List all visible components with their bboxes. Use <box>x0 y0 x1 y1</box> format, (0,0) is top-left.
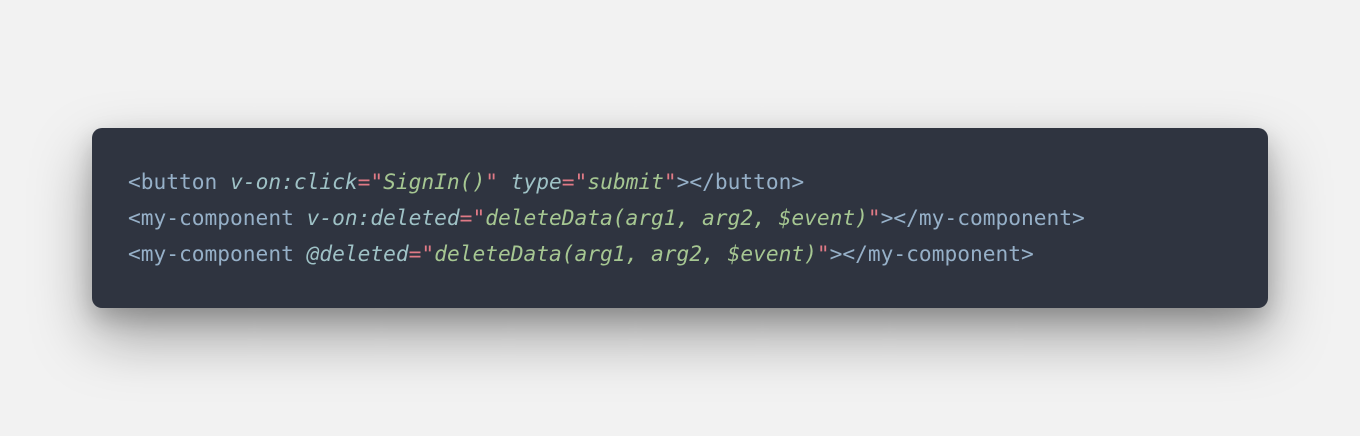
code-equals-token: = <box>408 241 422 266</box>
code-string-token: submit <box>587 169 664 194</box>
code-line: <my-component @deleted="deleteData(arg1,… <box>128 236 1268 272</box>
code-quote-token: " <box>370 169 384 194</box>
code-tag-token: <my-component <box>128 205 294 230</box>
code-space-token <box>498 169 511 194</box>
code-string-token: deleteData(arg1, arg2, $event) <box>485 205 868 230</box>
code-tag-token: ></my-component> <box>880 205 1085 230</box>
code-attribute-token: v-on:click <box>230 169 358 194</box>
code-line: <my-component v-on:deleted="deleteData(a… <box>128 200 1268 236</box>
code-quote-token: " <box>472 205 486 230</box>
code-quote-token: " <box>663 169 677 194</box>
code-tag-token: ></my-component> <box>829 241 1034 266</box>
code-space-token <box>294 241 307 266</box>
code-tag-token: <button <box>128 169 218 194</box>
code-space-token <box>217 169 230 194</box>
code-line: <button v-on:click="SignIn()" type="subm… <box>128 164 1268 200</box>
code-attribute-token: type <box>510 169 562 194</box>
code-attribute-token: v-on:deleted <box>306 205 460 230</box>
code-space-token <box>294 205 307 230</box>
code-equals-token: = <box>459 205 473 230</box>
code-attribute-token: @deleted <box>306 241 409 266</box>
code-quote-token: " <box>485 169 498 194</box>
code-quote-token: " <box>421 241 435 266</box>
code-equals-token: = <box>357 169 371 194</box>
code-tag-token: <my-component <box>128 241 294 266</box>
code-quote-token: " <box>867 205 881 230</box>
code-equals-token: = <box>561 169 575 194</box>
code-quote-token: " <box>816 241 830 266</box>
code-block: <button v-on:click="SignIn()" type="subm… <box>92 128 1268 308</box>
code-tag-token: ></button> <box>676 169 805 194</box>
code-string-token: deleteData(arg1, arg2, $event) <box>434 241 817 266</box>
code-string-token: SignIn() <box>383 169 486 194</box>
code-quote-token: " <box>574 169 588 194</box>
